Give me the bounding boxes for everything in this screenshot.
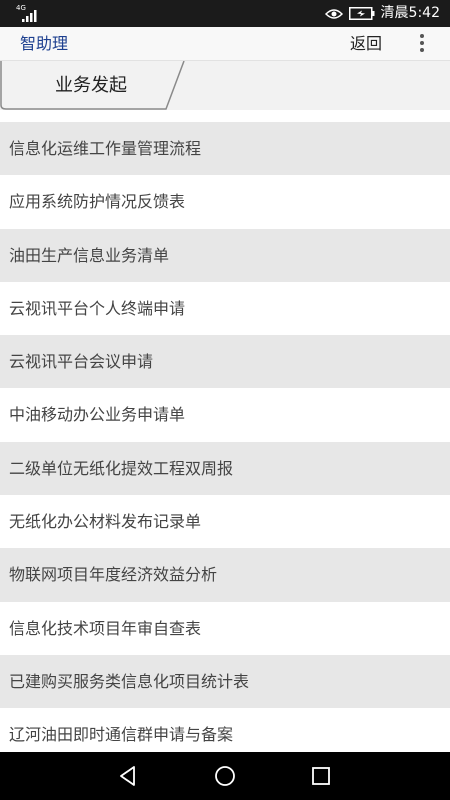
list-item[interactable]: 云视讯平台个人终端申请 [0, 281, 450, 336]
list-item[interactable]: 中油移动办公业务申请单 [0, 388, 450, 442]
list-item[interactable]: 无纸化办公材料发布记录单 [0, 495, 450, 549]
tab-bar: 业务发起 [0, 61, 450, 110]
status-time: 清晨5:42 [381, 0, 440, 27]
clock: 5:42 [408, 5, 440, 21]
recents-square-icon[interactable] [309, 764, 333, 788]
title-bar: 智助理 返回 [0, 27, 450, 61]
app-title: 智助理 [20, 34, 69, 53]
battery-icon [348, 7, 375, 20]
list-item[interactable]: 应用系统防护情况反馈表 [0, 175, 450, 229]
more-vertical-icon[interactable] [412, 32, 432, 56]
home-circle-icon[interactable] [213, 764, 237, 788]
list-item[interactable]: 信息化技术项目年审自查表 [0, 601, 450, 655]
list-item[interactable]: 信息化运维工作量管理流程 [0, 122, 450, 176]
tab-business-initiate[interactable]: 业务发起 [0, 61, 190, 111]
eye-icon [324, 8, 343, 19]
back-triangle-icon[interactable] [117, 764, 141, 788]
back-button[interactable]: 返回 [350, 27, 382, 60]
status-bar: 4G 清晨5:42 [0, 0, 450, 27]
system-nav-bar [0, 752, 450, 800]
tab-label: 业务发起 [55, 75, 127, 96]
list-item[interactable]: 已建购买服务类信息化项目统计表 [0, 654, 450, 709]
carrier-label: 清晨 [380, 5, 409, 21]
list-item[interactable]: 物联网项目年度经济效益分析 [0, 548, 450, 602]
list-item[interactable]: 油田生产信息业务清单 [0, 228, 450, 282]
business-list: 信息化运维工作量管理流程 应用系统防护情况反馈表 油田生产信息业务清单 云视讯平台个人… [0, 122, 450, 762]
list-item[interactable]: 云视讯平台会议申请 [0, 335, 450, 389]
list-item[interactable]: 二级单位无纸化提效工程双周报 [0, 441, 450, 496]
status-right: 清晨5:42 [324, 0, 440, 27]
signal-icon [22, 10, 37, 22]
